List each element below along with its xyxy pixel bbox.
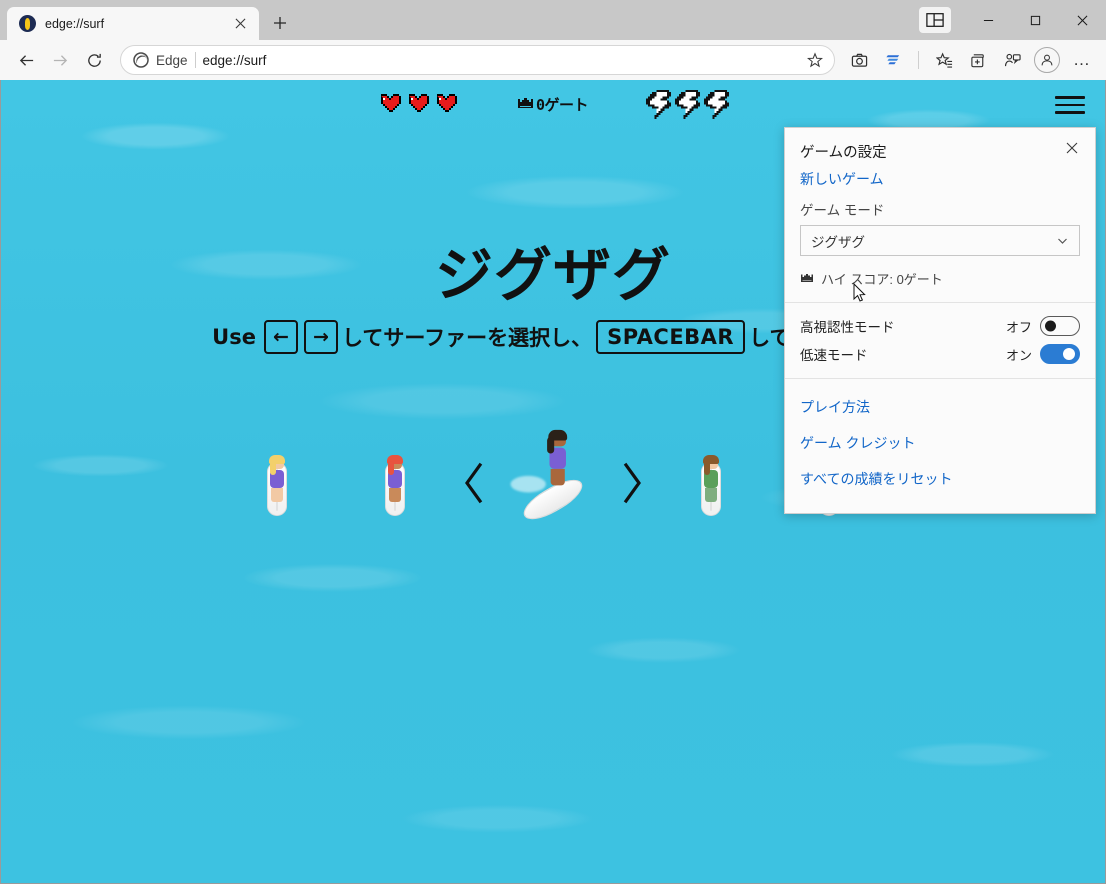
game-menu-icon[interactable] [1055, 92, 1085, 118]
game-credits-link[interactable]: ゲーム クレジット [800, 425, 1080, 461]
back-icon[interactable] [10, 44, 42, 76]
slow-mode-row: 低速モード オン [800, 340, 1080, 368]
toggle-switch-off[interactable] [1040, 316, 1080, 336]
key-right-arrow: → [303, 320, 338, 354]
new-tab-button[interactable] [265, 8, 295, 38]
game-mode-label: ゲーム モード [800, 203, 885, 218]
game-hud: 0ゲート [1, 90, 1105, 120]
surfer-option-selected[interactable] [494, 429, 612, 527]
close-tab-icon[interactable] [229, 13, 251, 35]
instruction-prefix: Use [212, 325, 256, 349]
edge-logo-icon [133, 52, 149, 68]
crown-icon [517, 97, 534, 111]
surf-favicon-icon [19, 15, 36, 32]
close-window-button[interactable] [1059, 0, 1106, 40]
forward-icon[interactable] [44, 44, 76, 76]
new-game-link[interactable]: 新しいゲーム [800, 162, 1080, 195]
high-visibility-label: 高視認性モード [800, 320, 895, 335]
surfer-bandana-icon [385, 450, 405, 516]
address-bar[interactable]: Edge edge://surf [120, 45, 835, 75]
browser-window: edge://surf Edge edge://surf … 0ゲート ジグザグ… [0, 0, 1106, 884]
copilot-icon[interactable] [877, 44, 909, 76]
carousel-next-icon[interactable] [612, 458, 652, 508]
omnibox-divider [194, 52, 196, 68]
slow-mode-label: 低速モード [800, 348, 868, 363]
split-screen-icon[interactable] [919, 7, 951, 33]
surfer-option-1[interactable] [218, 440, 336, 526]
surfer-blonde-icon [267, 450, 287, 516]
toolbar-divider [918, 51, 919, 69]
instruction-middle: してサーファーを選択し、 [341, 326, 593, 350]
surfer-option-4[interactable] [652, 440, 770, 526]
high-visibility-state: オフ [1005, 319, 1032, 335]
refresh-icon[interactable] [78, 44, 110, 76]
game-settings-panel: ゲームの設定 新しいゲーム ゲーム モード ジグザグ ハイ スコア: 0ゲート … [784, 127, 1096, 514]
share-icon[interactable] [996, 44, 1028, 76]
lightning-bolt-icon [675, 90, 700, 120]
browser-toolbar: Edge edge://surf … [0, 40, 1106, 80]
carousel-prev-icon[interactable] [454, 458, 494, 508]
high-visibility-row: 高視認性モード オフ [800, 312, 1080, 340]
settings-title: ゲームの設定 [800, 145, 887, 161]
omnibox-brand: Edge [156, 52, 188, 68]
lives-indicator [377, 92, 459, 116]
profile-avatar[interactable] [1034, 47, 1060, 73]
collections-icon[interactable] [962, 44, 994, 76]
game-mode-select[interactable]: ジグザグ [800, 225, 1080, 256]
favorite-star-icon[interactable] [802, 47, 828, 73]
high-score-text: ハイ スコア: 0ゲート [821, 272, 943, 287]
page-content: 0ゲート ジグザグ Use ← → してサーファーを選択し、 SPACEBAR … [0, 80, 1106, 884]
close-settings-icon[interactable] [1061, 137, 1083, 159]
surfer-option-2[interactable] [336, 440, 454, 526]
heart-icon [377, 92, 403, 116]
maximize-button[interactable] [1012, 0, 1059, 40]
lightning-bolt-icon [646, 90, 671, 120]
window-controls [919, 0, 1106, 40]
how-to-play-link[interactable]: プレイ方法 [800, 389, 1080, 425]
boost-indicator [646, 90, 729, 120]
tab-title: edge://surf [45, 16, 105, 31]
lightning-bolt-icon [704, 90, 729, 120]
favorites-icon[interactable] [928, 44, 960, 76]
score-text: 0ゲート [535, 95, 589, 114]
slow-mode-state: オン [1005, 347, 1032, 363]
tab-strip: edge://surf [0, 0, 1106, 40]
chevron-down-icon [1056, 234, 1069, 247]
surfer-brunette-icon [701, 450, 721, 516]
heart-icon [405, 92, 431, 116]
crown-icon [800, 273, 814, 284]
browser-tab[interactable]: edge://surf [7, 7, 259, 40]
omnibox-url[interactable]: edge://surf [203, 53, 795, 68]
score-indicator: 0ゲート [517, 94, 589, 115]
high-visibility-toggle[interactable]: オフ [1006, 316, 1080, 336]
minimize-button[interactable] [965, 0, 1012, 40]
surfer-active-icon [510, 429, 588, 527]
key-spacebar: SPACEBAR [596, 320, 746, 354]
settings-links: プレイ方法 ゲーム クレジット すべての成績をリセット [785, 379, 1095, 511]
settings-header: ゲームの設定 [785, 128, 1095, 162]
slow-mode-toggle[interactable]: オン [1006, 344, 1080, 364]
more-options-icon[interactable]: … [1066, 44, 1098, 76]
high-score-row: ハイ スコア: 0ゲート [800, 256, 1080, 302]
reset-scores-link[interactable]: すべての成績をリセット [800, 461, 1080, 497]
key-left-arrow: ← [263, 320, 298, 354]
settings-body: 新しいゲーム ゲーム モード ジグザグ ハイ スコア: 0ゲート [785, 162, 1095, 302]
heart-icon [433, 92, 459, 116]
more-options-label: … [1073, 50, 1091, 69]
toggle-switch-on[interactable] [1040, 344, 1080, 364]
game-mode-value: ジグザグ [811, 234, 865, 250]
settings-toggle-rows: 高視認性モード オフ 低速モード オン [785, 303, 1095, 378]
screenshot-icon[interactable] [843, 44, 875, 76]
